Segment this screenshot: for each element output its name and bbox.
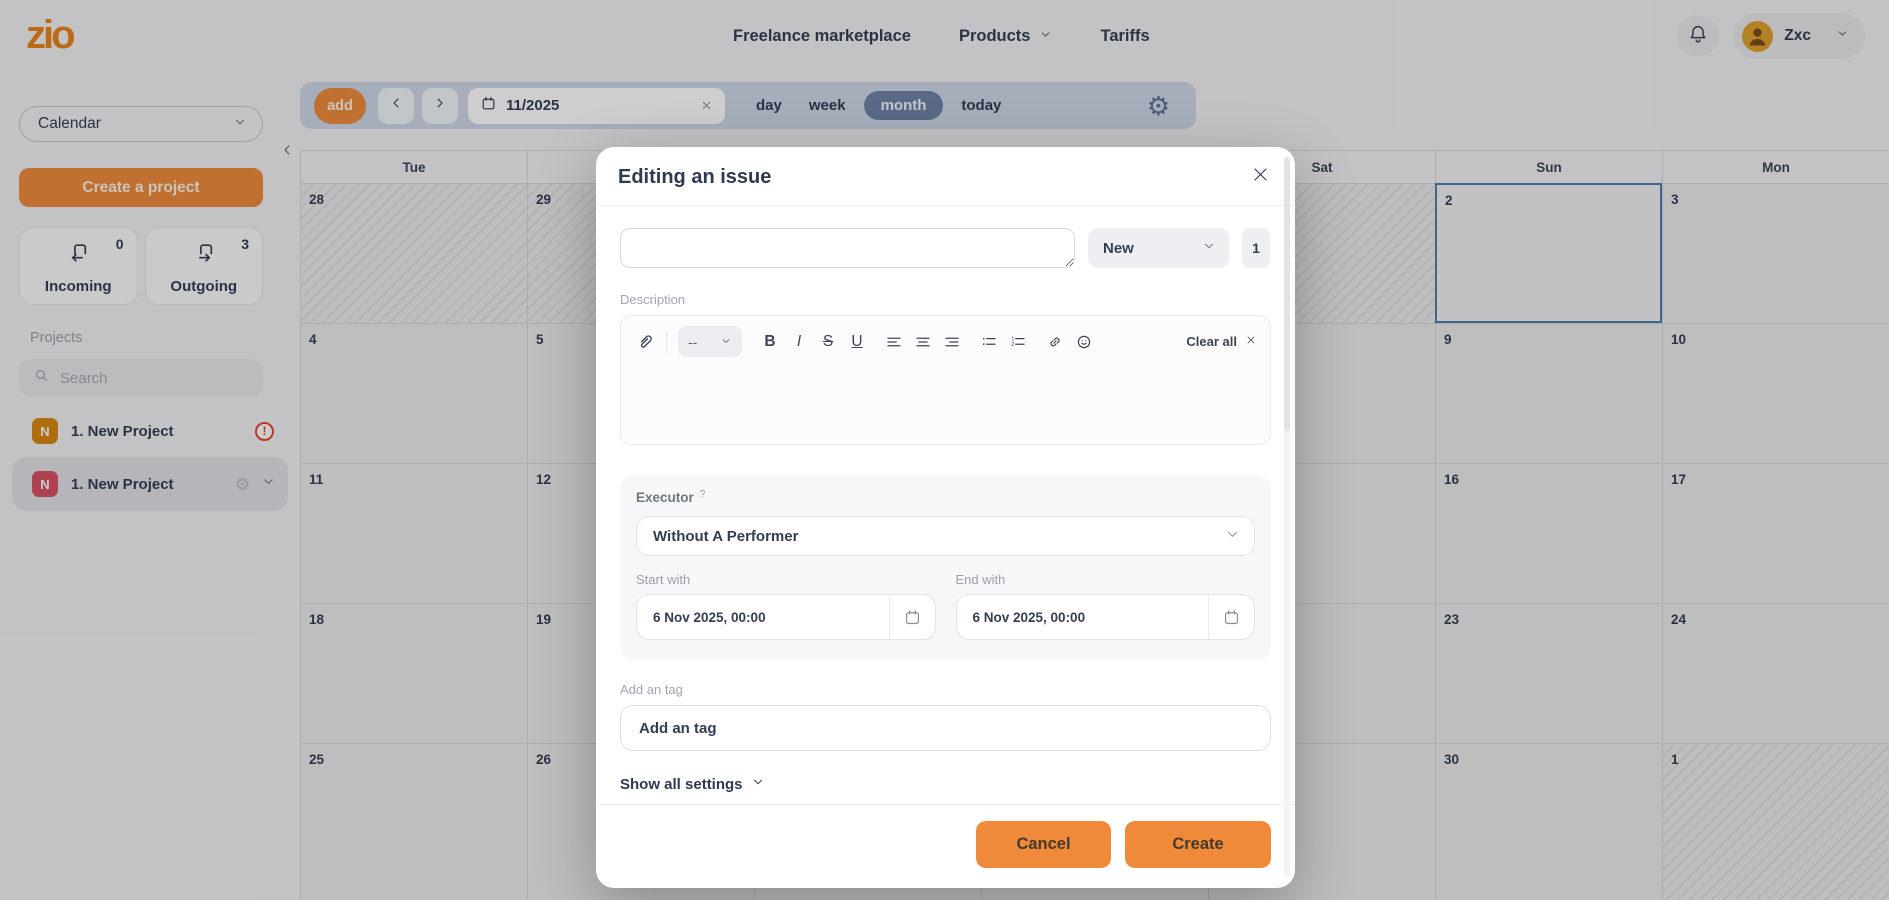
modal-body: New 1 Description -- [596, 206, 1295, 804]
italic-button[interactable]: I [790, 333, 808, 351]
executor-hint: ? [700, 489, 706, 500]
close-icon [1245, 334, 1257, 349]
text-format-select[interactable]: -- [678, 326, 742, 357]
tag-label: Add an tag [620, 682, 1271, 697]
link-icon[interactable] [1046, 333, 1064, 351]
start-with-label: Start with [636, 572, 936, 587]
modal-scrollbar[interactable] [1284, 157, 1290, 878]
chevron-down-icon [1202, 239, 1216, 257]
align-left-icon[interactable] [885, 333, 903, 351]
show-all-settings-button[interactable]: Show all settings [620, 775, 1271, 793]
issue-counter: 1 [1242, 228, 1270, 268]
modal-title: Editing an issue [618, 166, 771, 189]
tag-input[interactable]: Add an tag [620, 705, 1271, 751]
end-date-field[interactable]: 6 Nov 2025, 00:00 [956, 594, 1256, 640]
description-editor[interactable]: -- B I S U [620, 315, 1271, 445]
edit-issue-modal: Editing an issue New 1 Description [596, 147, 1295, 888]
calendar-icon[interactable] [889, 595, 935, 639]
modal-footer: Cancel Create [596, 804, 1295, 888]
emoji-icon[interactable] [1075, 333, 1093, 351]
strikethrough-button[interactable]: S [819, 333, 837, 351]
status-select[interactable]: New [1088, 228, 1229, 268]
numbered-list-icon[interactable]: 12 [1009, 333, 1027, 351]
svg-text:2: 2 [1011, 342, 1014, 348]
chevron-down-icon [1225, 527, 1240, 546]
scrollbar-thumb[interactable] [1284, 157, 1290, 431]
description-label: Description [620, 292, 1271, 307]
chevron-down-icon [751, 775, 765, 793]
chevron-down-icon [720, 334, 732, 350]
modal-header: Editing an issue [596, 147, 1295, 206]
underline-button[interactable]: U [848, 333, 866, 351]
app-root: zio Freelance marketplace Products Tarif… [0, 0, 1889, 900]
end-date-value: 6 Nov 2025, 00:00 [957, 595, 1209, 639]
issue-title-input[interactable] [620, 228, 1075, 268]
align-right-icon[interactable] [943, 333, 961, 351]
start-date-value: 6 Nov 2025, 00:00 [637, 595, 889, 639]
calendar-icon[interactable] [1208, 595, 1254, 639]
bold-button[interactable]: B [761, 333, 779, 351]
bullet-list-icon[interactable] [980, 333, 998, 351]
end-with-label: End with [956, 572, 1256, 587]
start-date-field[interactable]: 6 Nov 2025, 00:00 [636, 594, 936, 640]
executor-label: Executor [636, 490, 694, 505]
close-button[interactable] [1245, 162, 1275, 192]
align-center-icon[interactable] [914, 333, 932, 351]
close-icon [1251, 165, 1270, 189]
cancel-button[interactable]: Cancel [976, 821, 1111, 868]
attachment-icon[interactable] [634, 331, 655, 352]
create-button[interactable]: Create [1125, 821, 1271, 868]
description-toolbar: -- B I S U [621, 316, 1270, 367]
executor-panel: Executor? Without A Performer Start with… [620, 475, 1271, 660]
clear-all-button[interactable]: Clear all [1186, 334, 1257, 349]
executor-select[interactable]: Without A Performer [636, 516, 1255, 556]
